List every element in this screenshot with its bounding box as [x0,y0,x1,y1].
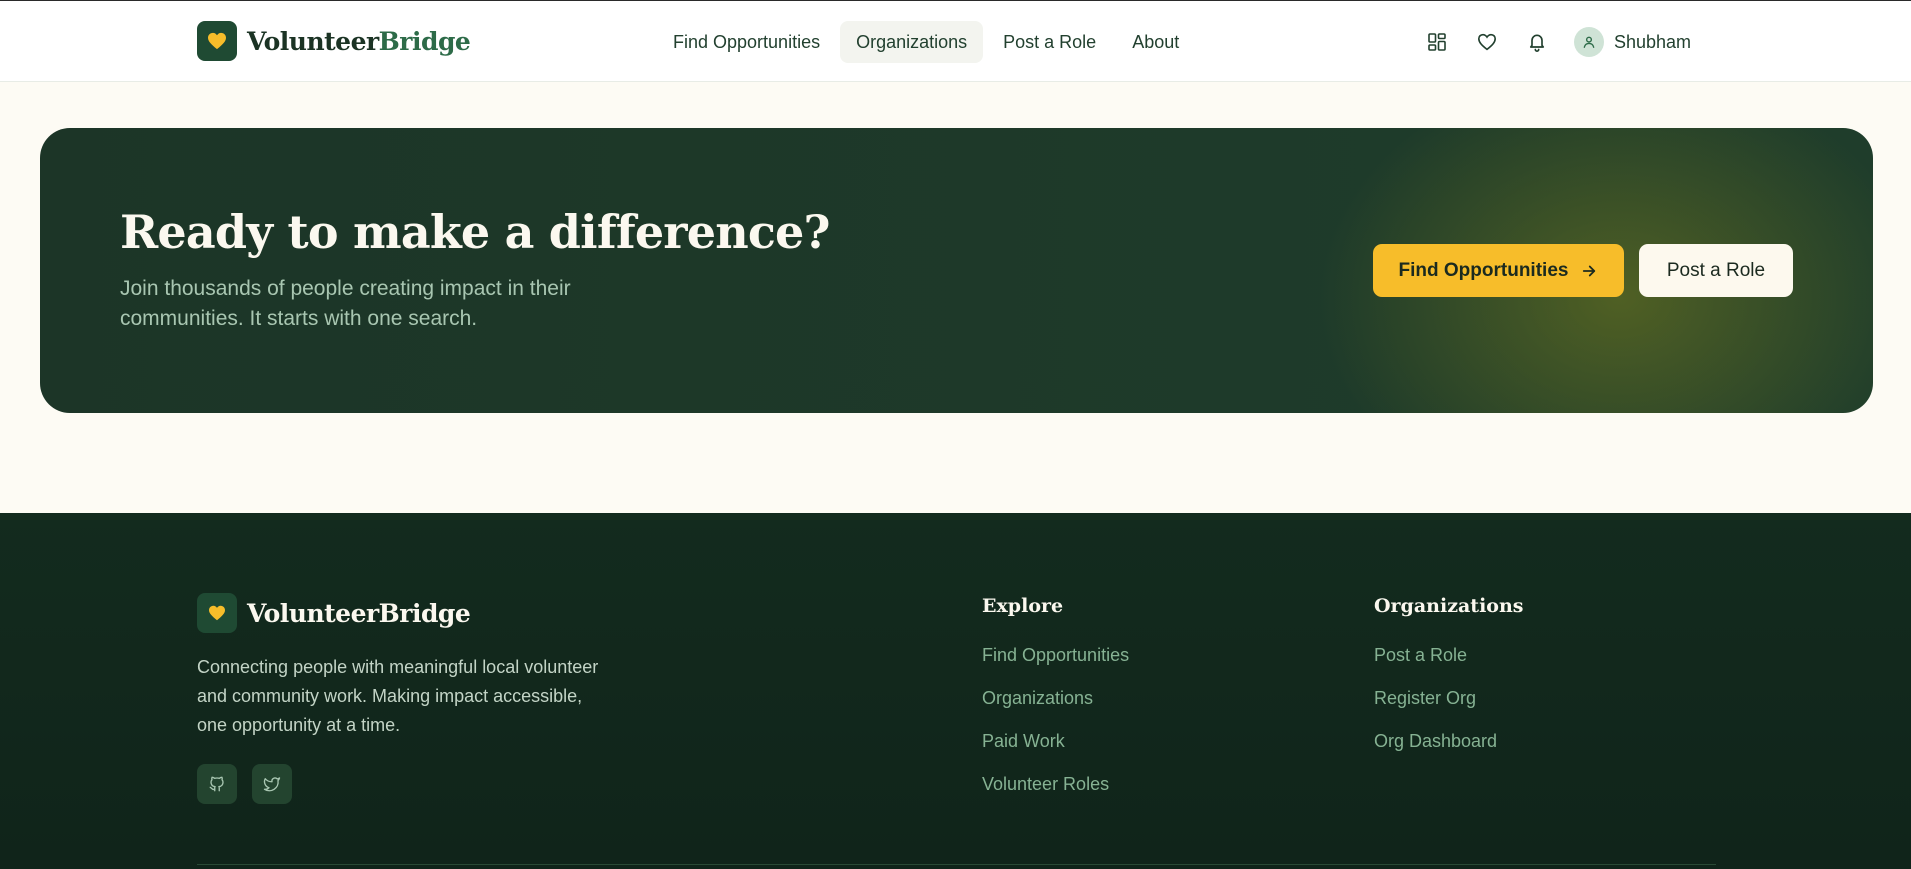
footer-link-volunteer-roles[interactable]: Volunteer Roles [982,763,1129,806]
brand-name-part1: Volunteer [247,26,379,56]
find-opportunities-button[interactable]: Find Opportunities [1373,244,1624,297]
grid-icon [1428,33,1446,51]
nav-organizations[interactable]: Organizations [840,21,984,63]
footer-column-title: Explore [982,595,1064,617]
footer-divider [197,864,1716,865]
nav-post-a-role[interactable]: Post a Role [987,21,1112,63]
header-actions: Shubham [1420,25,1691,59]
github-link[interactable] [197,764,237,804]
footer-brand[interactable]: VolunteerBridge [197,593,471,633]
footer-link-org-dashboard[interactable]: Org Dashboard [1374,720,1523,763]
footer-column-explore: Explore Find Opportunities Organizations… [982,595,1129,806]
footer-link-paid-work[interactable]: Paid Work [982,720,1129,763]
user-name: Shubham [1614,31,1692,52]
cta-title: Ready to make a difference? [120,205,830,259]
user-menu[interactable]: Shubham [1574,27,1691,57]
footer-link-organizations[interactable]: Organizations [982,677,1129,720]
post-a-role-button-label: Post a Role [1666,259,1766,281]
footer-description: Connecting people with meaningful local … [197,657,599,735]
footer-link-post-a-role[interactable]: Post a Role [1374,634,1523,677]
heart-icon [1477,33,1497,51]
favorites-button[interactable] [1470,25,1504,59]
footer-logo-mark [197,593,237,633]
site-footer: VolunteerBridge Connecting people with m… [0,513,1911,869]
brand-name: VolunteerBridge [247,26,471,56]
twitter-link[interactable] [252,764,292,804]
cta-subtitle: Join thousands of people creating impact… [120,277,571,330]
nav-find-opportunities[interactable]: Find Opportunities [657,21,836,63]
brand-name-part2: Bridge [378,26,471,56]
main-nav: Find Opportunities Organizations Post a … [657,21,1195,63]
footer-column-organizations: Organizations Post a Role Register Org O… [1374,595,1523,763]
post-a-role-button[interactable]: Post a Role [1639,244,1793,297]
footer-link-register-org[interactable]: Register Org [1374,677,1523,720]
avatar [1574,27,1604,57]
brand-logo[interactable]: VolunteerBridge [197,21,471,61]
twitter-icon [263,777,281,792]
heart-icon [208,32,226,50]
footer-link-find-opportunities[interactable]: Find Opportunities [982,634,1129,677]
github-icon [209,776,224,792]
footer-brand-name: VolunteerBridge [247,598,471,628]
footer-column-title: Organizations [1374,595,1524,617]
cta-banner: Ready to make a difference? Join thousan… [40,128,1873,413]
arrow-right-icon [1580,262,1598,280]
find-opportunities-button-label: Find Opportunities [1398,259,1569,281]
social-links [197,764,292,804]
logo-mark [197,21,237,61]
heart-icon [209,605,225,621]
nav-about[interactable]: About [1116,21,1195,63]
site-header: VolunteerBridge Find Opportunities Organ… [0,0,1911,82]
notifications-button[interactable] [1520,25,1554,59]
bell-icon [1529,34,1545,52]
user-icon [1583,36,1595,48]
dashboard-button[interactable] [1420,25,1454,59]
